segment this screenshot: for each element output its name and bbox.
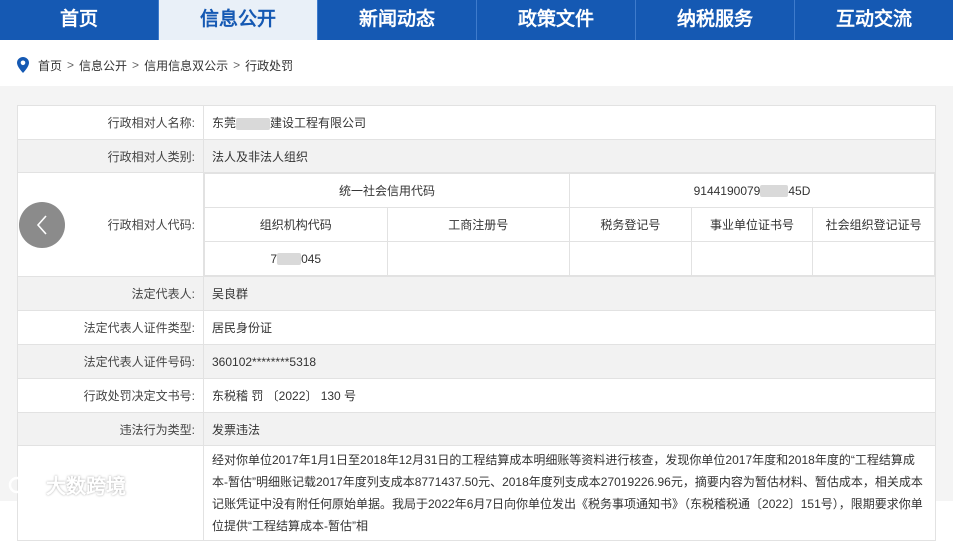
business-reg-header: 工商注册号 bbox=[386, 207, 570, 242]
name-suffix: 建设工程有限公司 bbox=[270, 116, 367, 130]
back-button[interactable] bbox=[19, 202, 65, 248]
table-row: 法定代表人证件类型: 居民身份证 bbox=[17, 310, 936, 345]
org-code-value: 7 045 bbox=[204, 241, 388, 276]
redaction-mask bbox=[236, 117, 271, 130]
breadcrumb-separator: > bbox=[233, 58, 241, 72]
credit-code-value: 9144190079 45D bbox=[569, 173, 935, 208]
table-row: 经对你单位2017年1月1日至2018年12月31日的工程结算成本明细账等资料进… bbox=[17, 445, 936, 541]
table-row: 行政相对人名称: 东莞 建设工程有限公司 bbox=[17, 105, 936, 140]
legal-rep-value: 吴良群 bbox=[203, 276, 936, 311]
social-org-cert-header: 社会组织登记证号 bbox=[812, 207, 935, 242]
institution-cert-header: 事业单位证书号 bbox=[690, 207, 814, 242]
nav-news[interactable]: 新闻动态 bbox=[318, 0, 477, 40]
breadcrumb: 首页 > 信息公开 > 信用信息双公示 > 行政处罚 bbox=[16, 56, 293, 74]
nav-info-disclosure[interactable]: 信息公开 bbox=[159, 0, 318, 40]
violation-detail-text: 经对你单位2017年1月1日至2018年12月31日的工程结算成本明细账等资料进… bbox=[203, 445, 936, 541]
breadcrumb-administrative-penalty[interactable]: 行政处罚 bbox=[245, 57, 293, 74]
penalty-info-table: 行政相对人名称: 东莞 建设工程有限公司 行政相对人类别: 法人及非法人组织 行政… bbox=[17, 105, 936, 541]
nav-tax-service[interactable]: 纳税服务 bbox=[636, 0, 795, 40]
name-prefix: 东莞 bbox=[212, 116, 237, 130]
id-number-label: 法定代表人证件号码: bbox=[17, 344, 204, 379]
decision-number-value: 东税稽 罚 〔2022〕 130 号 bbox=[203, 378, 936, 413]
credit-code-header: 统一社会信用代码 bbox=[204, 173, 570, 208]
nav-interaction[interactable]: 互动交流 bbox=[795, 0, 953, 40]
table-row: 行政相对人代码: 统一社会信用代码 9144190079 45D 组织机构代码 工… bbox=[17, 172, 936, 277]
id-type-value: 居民身份证 bbox=[203, 310, 936, 345]
tax-reg-value bbox=[569, 241, 692, 276]
breadcrumb-home[interactable]: 首页 bbox=[38, 57, 62, 74]
code-subtable: 统一社会信用代码 9144190079 45D 组织机构代码 工商注册号 税务登记… bbox=[204, 173, 935, 276]
chevron-left-icon bbox=[36, 215, 47, 235]
code-subtable-cell: 统一社会信用代码 9144190079 45D 组织机构代码 工商注册号 税务登记… bbox=[203, 172, 936, 277]
id-type-label: 法定代表人证件类型: bbox=[17, 310, 204, 345]
legal-rep-label: 法定代表人: bbox=[17, 276, 204, 311]
table-row: 法定代表人证件号码: 360102********5318 bbox=[17, 344, 936, 379]
breadcrumb-separator: > bbox=[67, 58, 75, 72]
breadcrumb-info-disclosure[interactable]: 信息公开 bbox=[79, 57, 127, 74]
table-row: 行政相对人类别: 法人及非法人组织 bbox=[17, 139, 936, 173]
credit-code-suffix: 45D bbox=[788, 183, 811, 198]
violation-type-value: 发票违法 bbox=[203, 412, 936, 446]
org-code-header: 组织机构代码 bbox=[204, 207, 388, 242]
table-row: 法定代表人: 吴良群 bbox=[17, 276, 936, 311]
institution-cert-value bbox=[690, 241, 814, 276]
watermark: 大数跨境 bbox=[8, 470, 126, 499]
redaction-mask bbox=[760, 185, 789, 198]
nav-home[interactable]: 首页 bbox=[0, 0, 159, 40]
watermark-text: 大数跨境 bbox=[46, 476, 126, 498]
social-org-cert-value bbox=[812, 241, 935, 276]
type-value: 法人及非法人组织 bbox=[203, 139, 936, 173]
org-code-prefix: 7 bbox=[270, 251, 278, 266]
credit-code-prefix: 9144190079 bbox=[693, 183, 761, 198]
business-reg-value bbox=[386, 241, 570, 276]
breadcrumb-credit-publicity[interactable]: 信用信息双公示 bbox=[144, 57, 228, 74]
name-label: 行政相对人名称: bbox=[17, 105, 204, 140]
decision-number-label: 行政处罚决定文书号: bbox=[17, 378, 204, 413]
violation-type-label: 违法行为类型: bbox=[17, 412, 204, 446]
watermark-logo-icon bbox=[8, 476, 41, 493]
id-number-value: 360102********5318 bbox=[203, 344, 936, 379]
location-pin-icon bbox=[17, 57, 29, 73]
table-row: 违法行为类型: 发票违法 bbox=[17, 412, 936, 446]
org-code-suffix: 045 bbox=[301, 251, 322, 266]
nav-policy[interactable]: 政策文件 bbox=[477, 0, 636, 40]
table-row: 行政处罚决定文书号: 东税稽 罚 〔2022〕 130 号 bbox=[17, 378, 936, 413]
name-value: 东莞 建设工程有限公司 bbox=[203, 105, 936, 140]
breadcrumb-separator: > bbox=[132, 58, 140, 72]
top-nav: 首页 信息公开 新闻动态 政策文件 纳税服务 互动交流 bbox=[0, 0, 953, 40]
type-label: 行政相对人类别: bbox=[17, 139, 204, 173]
redaction-mask bbox=[277, 253, 302, 266]
tax-reg-header: 税务登记号 bbox=[569, 207, 692, 242]
